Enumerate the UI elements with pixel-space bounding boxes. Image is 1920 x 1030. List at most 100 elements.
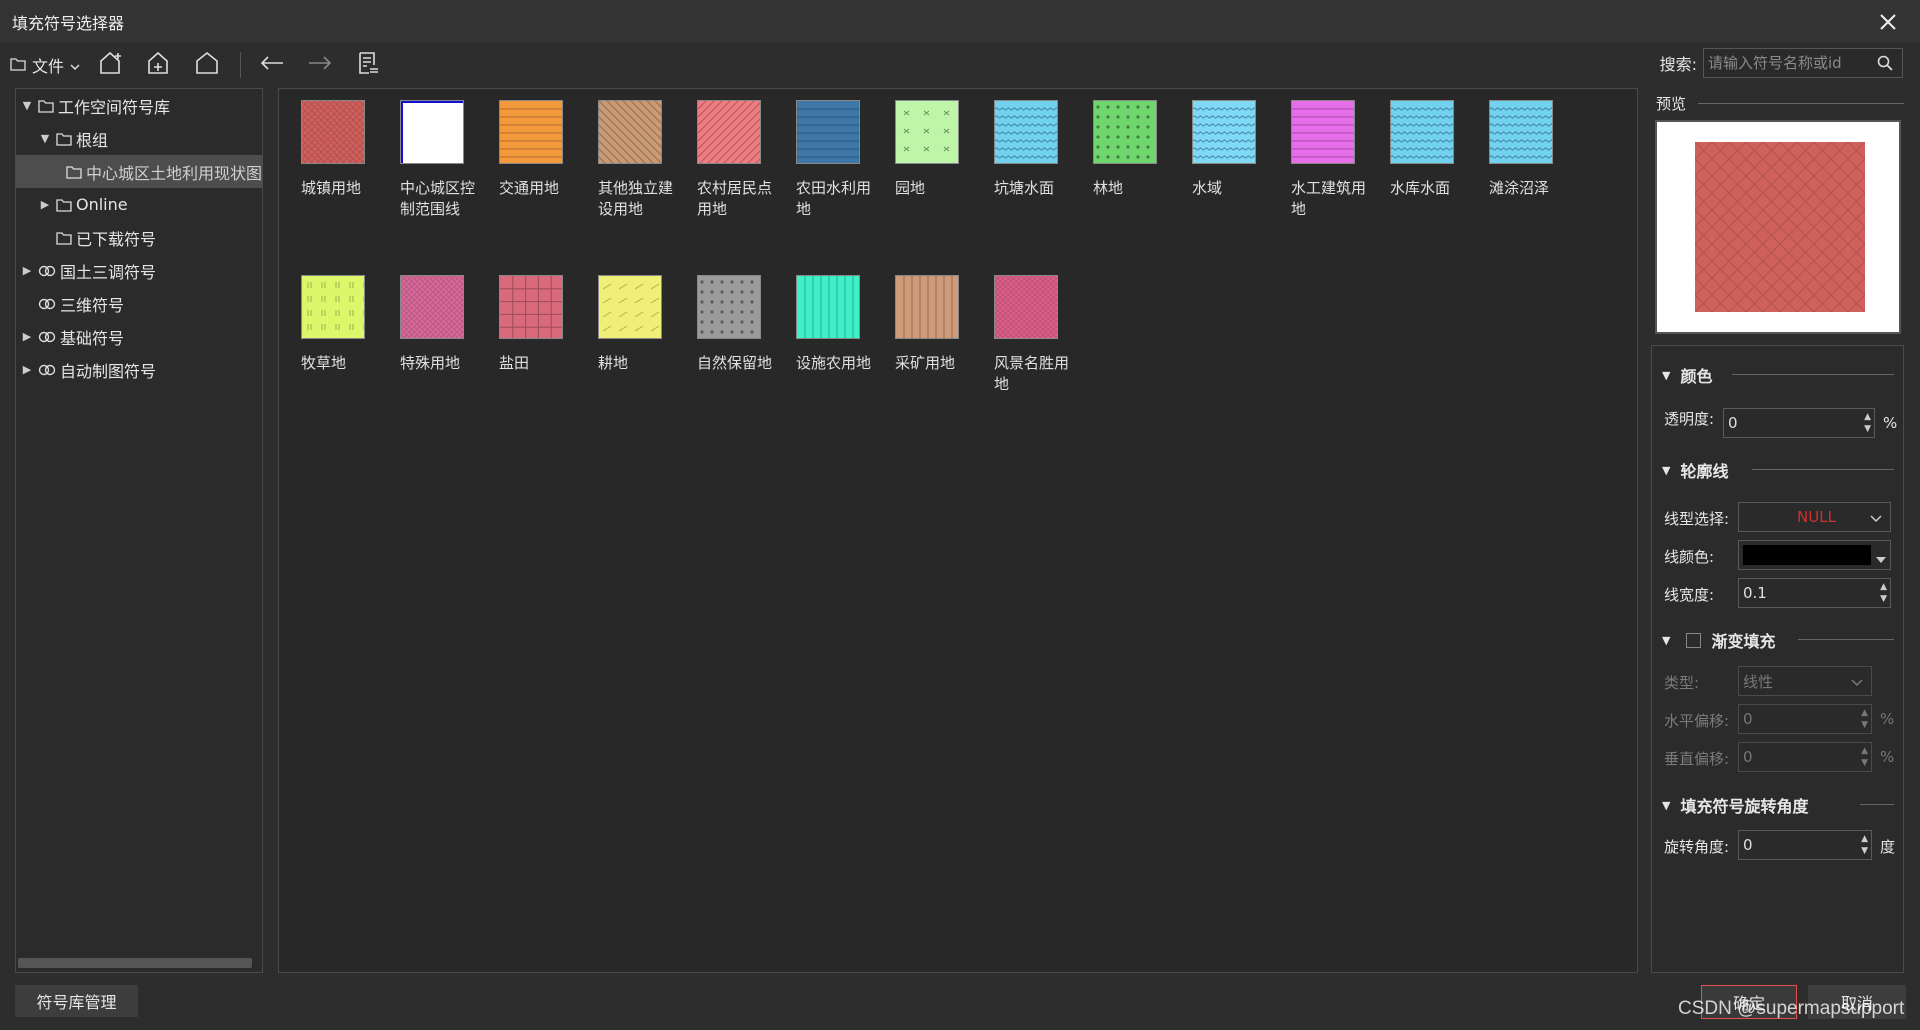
expand-right-icon[interactable]: ▶ <box>20 363 34 376</box>
expand-right-icon[interactable]: ▶ <box>20 330 34 343</box>
expand-right-icon[interactable]: ▶ <box>20 264 34 277</box>
horizontal-offset-spinbox[interactable]: 0 ▲ ▼ <box>1738 704 1872 734</box>
spin-arrows-icon[interactable]: ▲ ▼ <box>1861 833 1868 857</box>
add-library-button[interactable] <box>94 48 128 82</box>
symbol-label: 自然保留地 <box>697 354 773 372</box>
spin-arrows-icon[interactable]: ▲ ▼ <box>1861 745 1868 769</box>
tree-node[interactable]: ▶ 基础符号 <box>16 320 262 353</box>
symbol-library-tree[interactable]: ▼ 工作空间符号库 ▼ 根组中心城区土地利用现状图 ▶ Online 已下载符号 ▶ 国土三调符… <box>15 88 263 973</box>
chevron-down-icon <box>1851 673 1863 691</box>
tree-node[interactable]: 已下载符号 <box>16 221 262 254</box>
symbol-item[interactable]: 采矿用地 <box>882 275 974 374</box>
horizontal-scrollbar[interactable] <box>18 958 252 968</box>
gradient-type-select[interactable]: 线性 <box>1738 666 1872 696</box>
symbol-item[interactable]: 滩涂沼泽 <box>1476 100 1568 199</box>
search-icon[interactable] <box>1868 55 1902 71</box>
symbol-swatch <box>895 100 959 164</box>
tree-node-label: 工作空间符号库 <box>58 97 171 117</box>
title-bar: 填充符号选择器 <box>0 0 1920 43</box>
symbol-swatch <box>1489 100 1553 164</box>
symbol-item[interactable]: 城镇用地 <box>288 100 380 199</box>
symbol-item[interactable]: 其他独立建设用地 <box>585 100 677 220</box>
rotation-section-header[interactable]: ▼ 填充符号旋转角度 <box>1662 793 1808 817</box>
tree-node[interactable]: ▼ 根组 <box>16 122 262 155</box>
file-menu-button[interactable]: 文件 <box>10 53 80 77</box>
symbol-item[interactable]: 盐田 <box>486 275 578 374</box>
symbol-item[interactable]: 水工建筑用地 <box>1278 100 1370 220</box>
line-type-select[interactable]: NULL <box>1738 502 1891 532</box>
folder-icon <box>66 165 82 179</box>
horizontal-offset-label: 水平偏移: <box>1664 712 1730 730</box>
line-width-spinbox[interactable]: 0.1 ▲ ▼ <box>1738 578 1891 608</box>
add-group-button[interactable] <box>142 48 176 82</box>
symbol-item[interactable]: 坑塘水面 <box>981 100 1073 199</box>
symbol-item[interactable]: 水域 <box>1179 100 1271 199</box>
outline-section-header[interactable]: ▼ 轮廓线 <box>1662 458 1728 482</box>
spin-arrows-icon[interactable]: ▲ ▼ <box>1864 411 1871 435</box>
line-color-label: 线颜色: <box>1664 548 1715 566</box>
tree-node-label: Online <box>76 195 128 214</box>
symbol-item[interactable]: 耕地 <box>585 275 677 374</box>
expand-right-icon[interactable]: ▶ <box>38 198 52 211</box>
symbol-swatch <box>400 275 464 339</box>
tree-node[interactable]: 三维符号 <box>16 287 262 320</box>
color-section-title: 颜色 <box>1680 367 1713 386</box>
symbol-item[interactable]: 交通用地 <box>486 100 578 199</box>
gradient-section-header[interactable]: ▼ 渐变填充 <box>1662 628 1775 652</box>
rotation-unit: 度 <box>1880 838 1896 856</box>
tree-node[interactable]: ▶ 国土三调符号 <box>16 254 262 287</box>
symbol-item[interactable]: 中心城区控制范围线 <box>387 100 479 220</box>
symbol-item[interactable]: 自然保留地 <box>684 275 776 374</box>
symbol-label: 中心城区控制范围线 <box>400 179 476 218</box>
section-divider <box>1798 639 1894 640</box>
gradient-type-label: 类型: <box>1664 674 1700 692</box>
link-icon <box>38 297 56 311</box>
tree-node[interactable]: ▶ Online <box>16 188 262 221</box>
search-input[interactable] <box>1704 54 1868 72</box>
symbol-swatch <box>697 275 761 339</box>
symbol-item[interactable]: 园地 <box>882 100 974 199</box>
spin-arrows-icon[interactable]: ▲ ▼ <box>1861 707 1868 731</box>
vertical-offset-spinbox[interactable]: 0 ▲ ▼ <box>1738 742 1872 772</box>
tree-node-label: 国土三调符号 <box>60 262 157 282</box>
symbol-label: 设施农用地 <box>796 354 872 372</box>
tree-node[interactable]: ▶ 自动制图符号 <box>16 353 262 386</box>
expand-down-icon[interactable]: ▼ <box>38 132 52 145</box>
symbol-item[interactable]: 风景名胜用地 <box>981 275 1073 395</box>
symbol-item[interactable]: 设施农用地 <box>783 275 875 374</box>
forward-button[interactable] <box>303 48 337 82</box>
search-box <box>1703 48 1903 78</box>
tree-node[interactable]: 中心城区土地利用现状图 <box>16 155 262 188</box>
symbol-label: 水工建筑用地 <box>1291 179 1367 218</box>
symbol-swatch <box>499 275 563 339</box>
symbol-item[interactable]: 特殊用地 <box>387 275 479 374</box>
expand-down-icon[interactable]: ▼ <box>20 99 34 112</box>
chevron-down-icon <box>70 56 80 75</box>
spin-arrows-icon[interactable]: ▲ ▼ <box>1880 581 1887 605</box>
rotation-spinbox[interactable]: 0 ▲ ▼ <box>1738 830 1872 860</box>
symbol-item[interactable]: 农村居民点用地 <box>684 100 776 220</box>
horizontal-offset-value: 0 <box>1743 710 1753 728</box>
home-button[interactable] <box>190 48 224 82</box>
symbol-item[interactable]: 林地 <box>1080 100 1172 199</box>
gradient-checkbox[interactable] <box>1686 632 1702 648</box>
symbol-item[interactable]: 农田水利用地 <box>783 100 875 220</box>
tree-node[interactable]: ▼ 工作空间符号库 <box>16 89 262 122</box>
symbol-label: 采矿用地 <box>895 354 956 372</box>
link-icon <box>38 330 56 344</box>
tree-node-label: 中心城区土地利用现状图 <box>85 163 262 183</box>
symbol-label: 其他独立建设用地 <box>598 179 674 218</box>
line-color-picker[interactable] <box>1738 540 1891 570</box>
opacity-spinbox[interactable]: 0 ▲ ▼ <box>1723 408 1875 438</box>
color-section-header[interactable]: ▼ 颜色 <box>1662 363 1712 387</box>
properties-button[interactable] <box>351 48 385 82</box>
symbol-item[interactable]: 水库水面 <box>1377 100 1469 199</box>
symbol-item[interactable]: 牧草地 <box>288 275 380 374</box>
close-icon[interactable] <box>1874 8 1902 36</box>
back-button[interactable] <box>255 48 289 82</box>
opacity-label: 透明度: <box>1664 410 1715 428</box>
manage-library-button[interactable]: 符号库管理 <box>15 985 138 1017</box>
home-icon <box>194 51 220 79</box>
folder-icon <box>10 56 26 75</box>
line-type-value: NULL <box>1797 508 1836 526</box>
